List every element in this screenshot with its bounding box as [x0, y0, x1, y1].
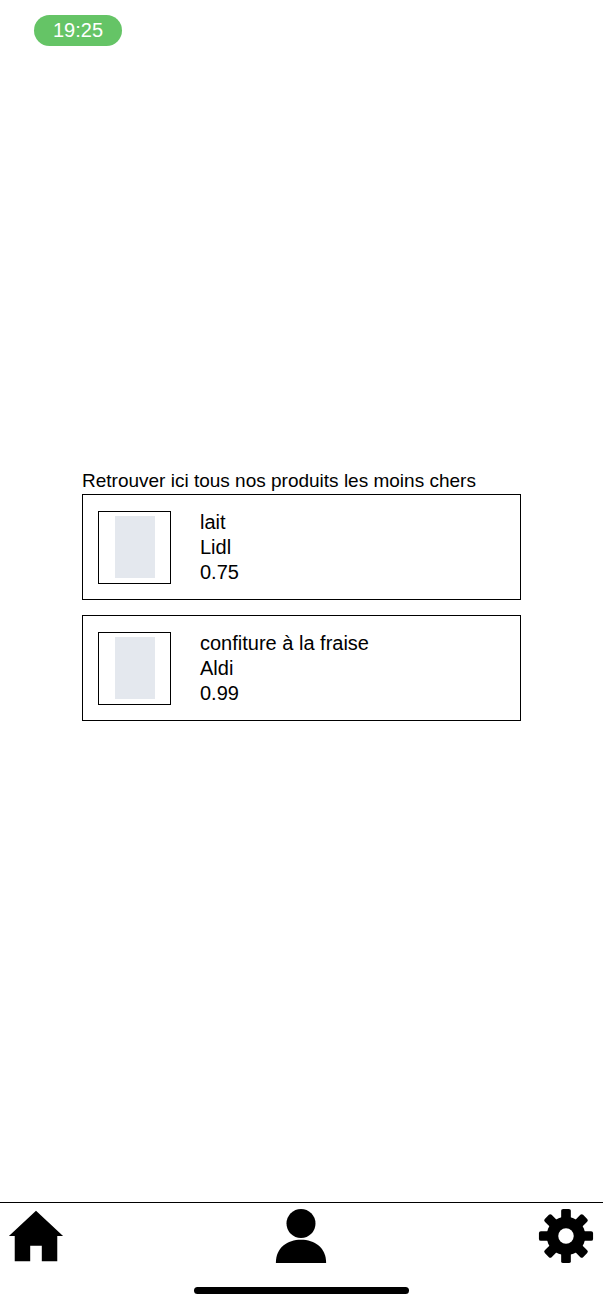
product-store: Aldi	[200, 656, 369, 681]
status-bar: 19:25	[0, 0, 603, 60]
content: Retrouver ici tous nos produits les moin…	[0, 60, 603, 1202]
product-price: 0.99	[200, 681, 369, 706]
tab-bar	[0, 1202, 603, 1304]
product-price: 0.75	[200, 560, 239, 585]
home-icon[interactable]	[7, 1207, 65, 1265]
product-photo	[115, 516, 155, 578]
status-time: 19:25	[34, 15, 122, 46]
product-photo	[115, 637, 155, 699]
product-info: laitLidl0.75	[200, 510, 239, 585]
home-indicator[interactable]	[194, 1287, 409, 1294]
product-card[interactable]: laitLidl0.75	[82, 494, 521, 600]
gear-icon[interactable]	[537, 1207, 595, 1265]
screen: 19:25 Retrouver ici tous nos produits les…	[0, 0, 603, 1304]
product-image	[98, 632, 171, 705]
heading: Retrouver ici tous nos produits les moin…	[82, 469, 521, 493]
product-section: Retrouver ici tous nos produits les moin…	[82, 469, 521, 721]
tab-row	[0, 1203, 603, 1267]
home-indicator-area	[0, 1267, 603, 1304]
product-image	[98, 511, 171, 584]
product-name: lait	[200, 510, 239, 535]
product-list: laitLidl0.75 confiture à la fraiseAldi0.9…	[82, 494, 521, 721]
product-info: confiture à la fraiseAldi0.99	[200, 631, 369, 706]
product-store: Lidl	[200, 535, 239, 560]
product-name: confiture à la fraise	[200, 631, 369, 656]
user-icon[interactable]	[272, 1207, 330, 1265]
product-card[interactable]: confiture à la fraiseAldi0.99	[82, 615, 521, 721]
